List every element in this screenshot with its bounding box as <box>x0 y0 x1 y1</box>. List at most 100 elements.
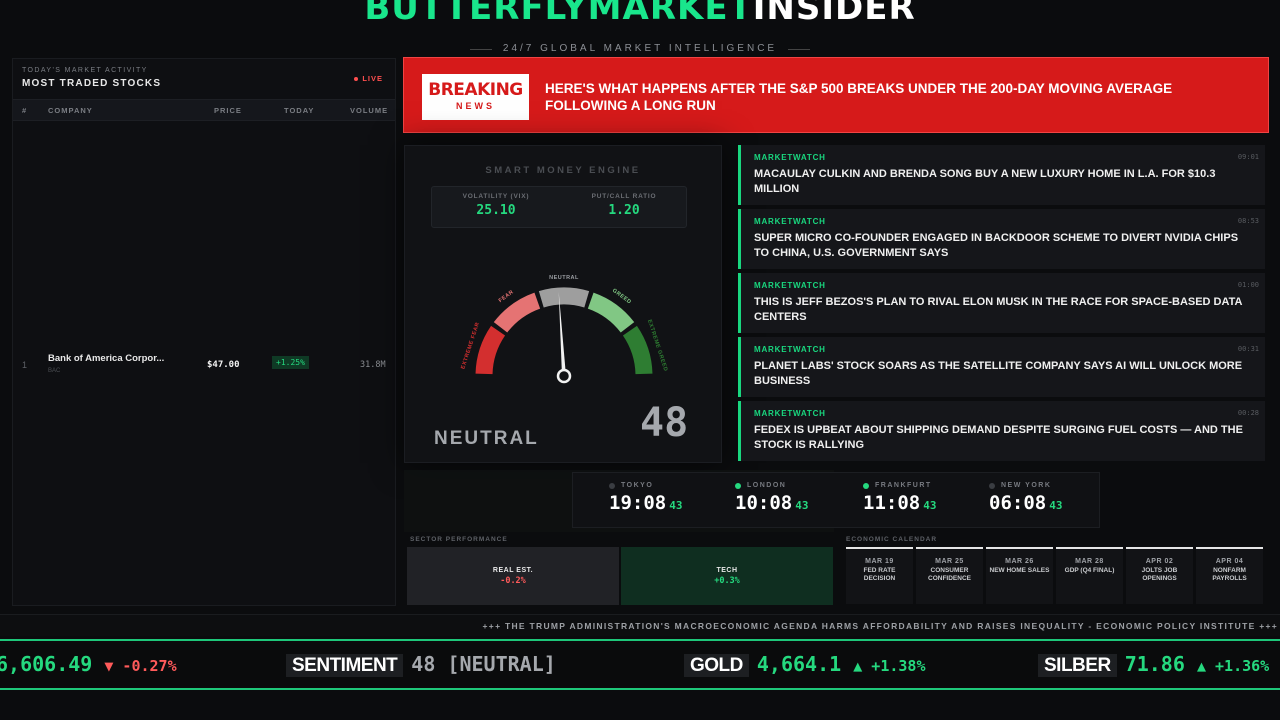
ticker-gold: GOLD 4,664.1 ▲ +1.38% <box>684 652 925 677</box>
event-name: NEW HOME SALES <box>989 567 1050 574</box>
news-item[interactable]: MARKETWATCH 01:00 THIS IS JEFF BEZOS'S P… <box>738 273 1265 333</box>
news-item[interactable]: MARKETWATCH 00:31 PLANET LABS' STOCK SOA… <box>738 337 1265 397</box>
sector-tile-tech[interactable]: TECH +0.3% <box>621 547 833 605</box>
calendar-event[interactable]: APR 04 NONFARM PAYROLLS <box>1196 547 1263 604</box>
calendar-event[interactable]: MAR 25 CONSUMER CONFIDENCE <box>916 547 983 604</box>
gold-value: 4,664.1 <box>756 652 842 676</box>
sector-label: SECTOR PERFORMANCE <box>410 536 508 543</box>
calendar-label: ECONOMIC CALENDAR <box>846 536 938 543</box>
sector-change: +0.3% <box>714 576 740 586</box>
clock-seconds: 43 <box>669 499 683 512</box>
event-date: APR 04 <box>1215 558 1244 565</box>
ticker-symbol: BAC <box>48 368 61 374</box>
live-label: LIVE <box>362 74 383 83</box>
news-time: 00:31 <box>1237 345 1259 353</box>
breaking-news-banner[interactable]: BREAKING NEWS HERE'S WHAT HAPPENS AFTER … <box>403 57 1269 133</box>
news-headline[interactable]: PLANET LABS' STOCK SOARS AS THE SATELLIT… <box>754 359 1254 389</box>
clock-seconds: 43 <box>923 499 937 512</box>
sector-name: REAL EST. <box>492 567 534 574</box>
news-item[interactable]: MARKETWATCH 08:53 SUPER MICRO CO-FOUNDER… <box>738 209 1265 269</box>
brand-header: BUTTERFLYMARKETINSIDER <box>0 0 1280 44</box>
ticker-index-change: ▼ -0.27% <box>104 657 177 675</box>
smart-money-engine-panel: SMART MONEY ENGINE VOLATILITY (VIX) 25.1… <box>404 145 722 463</box>
gauge-zone-extreme-fear <box>475 325 506 375</box>
row-number: 1 <box>22 360 28 370</box>
news-item[interactable]: MARKETWATCH 09:01 MACAULAY CULKIN AND BR… <box>738 145 1265 205</box>
clock-time: 11:08 <box>863 492 921 514</box>
ticker-silver: SILBER 71.86 ▲ +1.36% <box>1038 652 1269 677</box>
ticker-index-value: 6,606.49 <box>0 652 93 676</box>
sector-performance: SECTOR PERFORMANCE REAL EST. -0.2% TECH … <box>404 536 834 606</box>
news-source: MARKETWATCH <box>754 281 826 290</box>
clock-city: LONDON <box>747 482 787 489</box>
gauge-hub <box>556 368 572 384</box>
brand-name-white: INSIDER <box>752 0 916 28</box>
live-badge: LIVE <box>354 74 383 83</box>
change-badge: +1.25% <box>272 356 309 369</box>
calendar-event[interactable]: APR 02 JOLTS JOB OPENINGS <box>1126 547 1193 604</box>
clock-city: TOKYO <box>621 482 654 489</box>
calendar-event[interactable]: MAR 26 NEW HOME SALES <box>986 547 1053 604</box>
clock-new-york: NEW YORK 06:08 43 <box>989 482 1109 514</box>
gauge-needle <box>558 292 566 377</box>
badge-breaking: BREAKING <box>428 80 523 100</box>
clock-city: NEW YORK <box>1001 482 1052 489</box>
event-name: JOLTS JOB OPENINGS <box>1141 567 1178 582</box>
panel-title: MOST TRADED STOCKS <box>22 78 162 89</box>
sentiment-score: 48 <box>640 400 689 446</box>
event-date: MAR 25 <box>935 558 964 565</box>
clock-tokyo: TOKYO 19:08 43 <box>609 482 729 514</box>
gauge-label: FEAR <box>498 289 515 304</box>
event-name: NONFARM PAYROLLS <box>1212 567 1247 582</box>
col-volume: VOLUME <box>350 106 389 115</box>
panel-kicker: TODAY'S MARKET ACTIVITY <box>22 67 148 74</box>
market-status-dot-icon <box>735 483 741 489</box>
market-status-dot-icon <box>989 483 995 489</box>
event-date: MAR 28 <box>1075 558 1104 565</box>
brand-logo: BUTTERFLYMARKETINSIDER <box>0 0 1280 28</box>
table-row[interactable]: 1 Bank of America Corpor... BAC $47.00 +… <box>13 349 395 379</box>
news-crawl-text: +++ THE TRUMP ADMINISTRATION'S MACROECON… <box>482 621 1278 631</box>
ticker-sentiment: SENTIMENT 48 [NEUTRAL] <box>286 652 556 677</box>
gauge-label: NEUTRAL <box>549 275 579 281</box>
news-headline[interactable]: THIS IS JEFF BEZOS'S PLAN TO RIVAL ELON … <box>754 295 1254 325</box>
silver-change: ▲ +1.36% <box>1196 657 1270 675</box>
silver-label: SILBER <box>1038 654 1117 677</box>
most-traded-stocks-panel: TODAY'S MARKET ACTIVITY MOST TRADED STOC… <box>12 58 396 606</box>
col-today: TODAY <box>284 106 315 115</box>
gauge-label: GREED <box>611 288 632 306</box>
sector-change: -0.2% <box>500 576 526 586</box>
brand-name-green: BUTTERFLYMARKET <box>364 0 753 28</box>
event-date: MAR 19 <box>865 558 894 565</box>
calendar-event[interactable]: MAR 19 FED RATE DECISION <box>846 547 913 604</box>
gauge-zone-extreme-greed <box>622 325 653 375</box>
table-header: # COMPANY PRICE TODAY VOLUME <box>13 99 395 121</box>
news-item[interactable]: MARKETWATCH 00:28 FEDEX IS UPBEAT ABOUT … <box>738 401 1265 461</box>
gauge-zone-neutral <box>538 287 590 308</box>
news-headline[interactable]: SUPER MICRO CO-FOUNDER ENGAGED IN BACKDO… <box>754 231 1254 261</box>
sentiment-label: SENTIMENT <box>286 654 404 677</box>
news-source: MARKETWATCH <box>754 153 826 162</box>
gauge-zone-fear <box>493 292 541 333</box>
gold-change: ▲ +1.38% <box>853 657 926 675</box>
news-headline[interactable]: FEDEX IS UPBEAT ABOUT SHIPPING DEMAND DE… <box>754 423 1254 453</box>
sector-name: TECH <box>716 567 738 574</box>
stock-price: $47.00 <box>207 360 240 370</box>
news-headline[interactable]: MACAULAY CULKIN AND BRENDA SONG BUY A NE… <box>754 167 1254 197</box>
badge-news: NEWS <box>456 101 495 111</box>
market-status-dot-icon <box>609 483 615 489</box>
world-clocks: TOKYO 19:08 43 LONDON 10:08 43 FRANKFURT 1… <box>572 472 1100 528</box>
event-name: FED RATE DECISION <box>863 567 896 582</box>
news-time: 00:28 <box>1237 409 1259 417</box>
breaking-headline[interactable]: HERE'S WHAT HAPPENS AFTER THE S&P 500 BR… <box>545 80 1245 114</box>
clock-time: 10:08 <box>735 492 793 514</box>
silver-value: 71.86 <box>1124 652 1185 676</box>
sector-tile-real-estate[interactable]: REAL EST. -0.2% <box>407 547 619 605</box>
col-price: PRICE <box>214 106 242 115</box>
calendar-event[interactable]: MAR 28 GDP (Q4 FINAL) <box>1056 547 1123 604</box>
news-source: MARKETWATCH <box>754 345 826 354</box>
company-name: Bank of America Corpor... <box>48 353 165 364</box>
economic-calendar: ECONOMIC CALENDAR MAR 19 FED RATE DECISIO… <box>844 536 1266 606</box>
col-company: COMPANY <box>48 106 93 115</box>
clock-time: 06:08 <box>989 492 1047 514</box>
